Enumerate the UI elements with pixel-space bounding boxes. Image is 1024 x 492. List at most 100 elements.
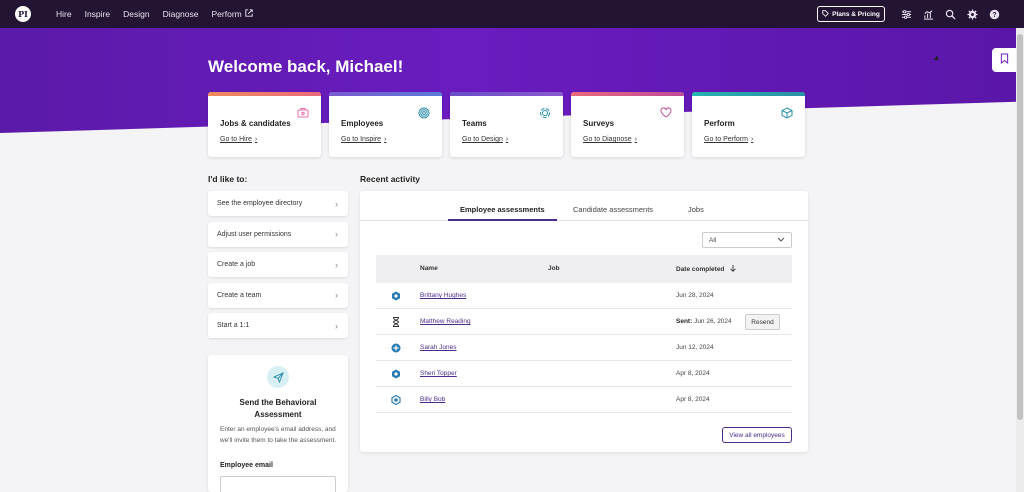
nav-perform[interactable]: Perform <box>212 9 253 19</box>
card-accent <box>208 92 321 96</box>
plans-pricing-button[interactable]: Plans & Pricing <box>817 6 885 22</box>
table-header: Name Job Date completed <box>376 255 792 283</box>
action-create-team[interactable]: Create a team › <box>208 282 348 308</box>
bookmark-icon <box>1000 51 1009 69</box>
nav-perform-label: Perform <box>211 9 242 19</box>
column-date-label: Date completed <box>676 266 725 273</box>
employee-name-link[interactable]: Sheri Topper <box>420 370 457 377</box>
page-scrollbar-thumb[interactable] <box>1017 34 1023 420</box>
card-employees[interactable]: Employees Go to Inspire › <box>329 92 442 157</box>
card-accent <box>571 92 684 96</box>
date-completed: Jun 28, 2024 <box>676 292 714 299</box>
date-completed: Jun 12, 2024 <box>676 344 714 351</box>
view-all-employees-button[interactable]: View all employees <box>722 427 792 443</box>
send-assessment-card: Send the Behavioral Assessment Enter an … <box>208 355 348 492</box>
employee-name-link[interactable]: Sarah Jones <box>420 344 457 351</box>
card-link-inspire[interactable]: Go to Inspire › <box>341 136 386 143</box>
recent-activity-panel: Employee assessments Candidate assessmen… <box>360 191 808 452</box>
date-completed: Apr 8, 2024 <box>676 370 710 377</box>
active-tab-indicator <box>448 219 557 221</box>
behavior-pattern-icon <box>390 342 402 354</box>
chevron-right-icon: › <box>750 136 754 143</box>
card-title: Perform <box>704 119 735 128</box>
product-cards: Jobs & candidates Go to Hire › Employees … <box>208 92 805 157</box>
tab-employee-assessments[interactable]: Employee assessments <box>460 205 545 214</box>
action-create-job[interactable]: Create a job › <box>208 252 348 277</box>
date-completed: Apr 8, 2024 <box>676 396 710 403</box>
card-link-perform[interactable]: Go to Perform › <box>704 136 753 143</box>
card-jobs-candidates[interactable]: Jobs & candidates Go to Hire › <box>208 92 321 157</box>
help-icon[interactable]: ? <box>988 8 1000 20</box>
sent-date: Jun 26, 2024 <box>694 318 732 325</box>
nav-design[interactable]: Design <box>123 9 149 19</box>
chevron-right-icon: › <box>335 198 338 209</box>
sliders-icon[interactable] <box>900 8 912 20</box>
arrow-down-icon <box>730 265 737 274</box>
action-user-permissions[interactable]: Adjust user permissions › <box>208 221 348 247</box>
bookmark-button[interactable] <box>992 48 1016 72</box>
recent-activity-heading: Recent activity <box>360 174 420 184</box>
top-navigation-bar: PI Hire Inspire Design Diagnose Perform … <box>0 0 1024 28</box>
quick-actions-list: See the employee directory › Adjust user … <box>208 191 348 344</box>
card-teams[interactable]: Teams Go to Design › <box>450 92 563 157</box>
actions-heading: I'd like to: <box>208 174 248 184</box>
nav-diagnose[interactable]: Diagnose <box>163 9 199 19</box>
card-link-hire[interactable]: Go to Hire › <box>220 136 257 143</box>
card-accent <box>692 92 805 96</box>
gear-icon[interactable] <box>966 8 978 20</box>
chevron-right-icon: › <box>335 290 338 300</box>
action-label: Create a job <box>217 261 256 268</box>
nav-inspire[interactable]: Inspire <box>85 9 111 19</box>
welcome-heading: Welcome back, Michael! <box>208 57 404 76</box>
action-label: See the employee directory <box>217 200 303 207</box>
tab-candidate-assessments[interactable]: Candidate assessments <box>573 205 653 214</box>
column-job[interactable]: Job <box>548 265 560 272</box>
card-surveys[interactable]: Surveys Go to Diagnose › <box>571 92 684 157</box>
activity-tabs: Employee assessments Candidate assessmen… <box>360 191 808 221</box>
table-row: Sheri Topper Apr 8, 2024 <box>376 361 792 387</box>
card-link-label: Go to Design <box>462 136 503 143</box>
employee-name-link[interactable]: Brittany Hughes <box>420 292 466 299</box>
chevron-right-icon: › <box>335 320 338 331</box>
svg-text:?: ? <box>992 11 996 18</box>
hourglass-icon <box>390 316 402 328</box>
action-label: Adjust user permissions <box>217 230 292 238</box>
search-icon[interactable] <box>944 8 956 20</box>
pi-logo[interactable]: PI <box>15 6 31 22</box>
card-perform[interactable]: Perform Go to Perform › <box>692 92 805 157</box>
sent-label: Sent: <box>676 318 693 325</box>
card-title: Employees <box>341 119 384 128</box>
plans-pricing-label: Plans & Pricing <box>832 10 880 18</box>
table-row: Sarah Jones Jun 12, 2024 <box>376 335 792 361</box>
employee-email-field[interactable] <box>220 476 336 492</box>
nav-hire[interactable]: Hire <box>56 9 72 19</box>
tag-icon <box>822 9 830 19</box>
card-link-design[interactable]: Go to Design › <box>462 136 508 143</box>
employee-name-link[interactable]: Matthew Reading <box>420 318 471 325</box>
employee-email-label: Employee email <box>220 462 273 469</box>
action-start-one-on-one[interactable]: Start a 1:1 › <box>208 313 348 338</box>
date-sent: Sent: Jun 26, 2024 <box>676 318 732 325</box>
filter-value: All <box>709 236 717 244</box>
assessment-filter-select[interactable]: All <box>702 232 792 248</box>
employee-name-link[interactable]: Billy Bob <box>420 396 445 403</box>
heart-icon <box>660 107 672 121</box>
card-accent <box>450 92 563 96</box>
action-employee-directory[interactable]: See the employee directory › <box>208 191 348 216</box>
card-link-label: Go to Hire <box>220 136 252 143</box>
behavior-pattern-icon <box>390 394 402 406</box>
resend-button[interactable]: Resend <box>745 314 780 330</box>
chevron-right-icon: › <box>634 136 637 143</box>
external-link-icon <box>245 9 253 19</box>
column-name[interactable]: Name <box>420 265 438 272</box>
chevron-right-icon: › <box>505 136 509 143</box>
card-link-diagnose[interactable]: Go to Diagnose › <box>583 136 637 143</box>
analytics-icon[interactable] <box>922 8 934 20</box>
tab-jobs[interactable]: Jobs <box>688 205 704 214</box>
card-title: Teams <box>462 119 487 128</box>
column-date-completed[interactable]: Date completed <box>676 265 737 274</box>
table-row: Matthew Reading Sent: Jun 26, 2024 Resen… <box>376 309 792 335</box>
card-link-label: Go to Inspire <box>341 136 382 143</box>
action-label: Create a team <box>217 291 262 299</box>
fingerprint-icon <box>418 107 430 122</box>
